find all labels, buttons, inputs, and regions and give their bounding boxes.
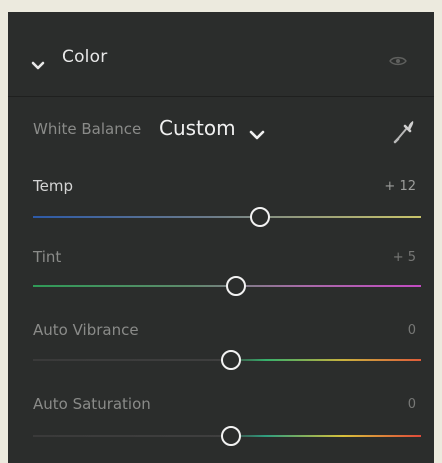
white-balance-select[interactable]: Custom	[159, 116, 236, 140]
eyedropper-icon[interactable]	[392, 118, 416, 148]
vibrance-label: Auto Vibrance	[33, 321, 139, 339]
section-header[interactable]: Color	[8, 12, 434, 97]
vibrance-value[interactable]: 0	[408, 323, 416, 338]
saturation-slider-knob[interactable]	[220, 426, 241, 446]
temp-value[interactable]: + 12	[384, 179, 416, 194]
color-panel: Color White Balance Custom Temp + 12 Tin…	[8, 12, 434, 463]
chevron-down-icon[interactable]	[31, 56, 45, 75]
saturation-value[interactable]: 0	[408, 397, 416, 412]
temp-label: Temp	[33, 177, 73, 195]
section-title: Color	[62, 47, 108, 67]
white-balance-label: White Balance	[33, 120, 142, 138]
tint-value[interactable]: + 5	[393, 250, 416, 265]
eye-icon[interactable]	[389, 52, 407, 71]
temp-track[interactable]	[33, 216, 421, 218]
chevron-down-icon[interactable]	[249, 125, 265, 144]
vibrance-slider-knob[interactable]	[220, 350, 241, 370]
tint-label: Tint	[33, 248, 62, 266]
saturation-label: Auto Saturation	[33, 395, 151, 413]
